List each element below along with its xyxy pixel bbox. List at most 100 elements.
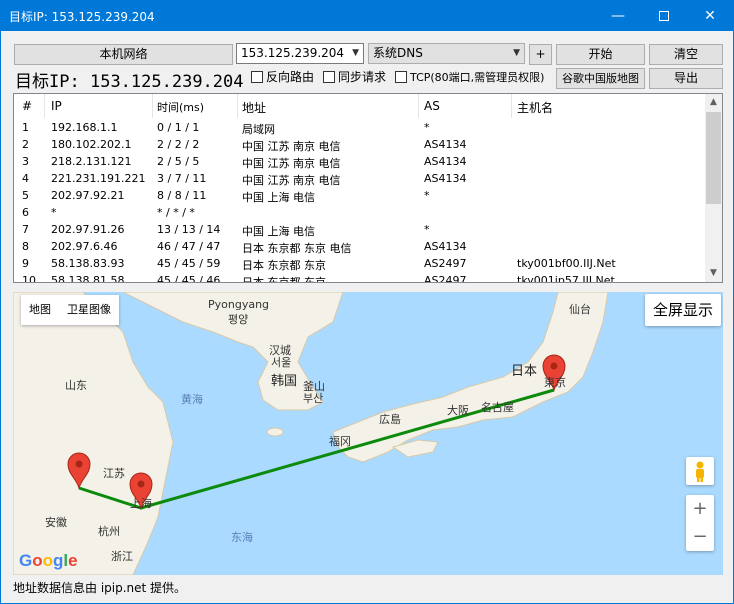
label-fukuoka: 福冈 [329, 435, 351, 448]
table-row[interactable]: 5 202.97.92.21 8 / 8 / 11 中国 上海 电信 * [14, 187, 706, 204]
ip-combo[interactable]: 153.125.239.204 ▼ [236, 43, 364, 64]
table-row[interactable]: 10 58.138.81.58 45 / 45 / 46 日本 东京都 东京 AS249… [14, 272, 706, 283]
table-row[interactable]: 6 * * / * / * [14, 204, 706, 221]
column-divider [511, 94, 512, 118]
local-network-button[interactable]: 本机网络 [14, 44, 233, 65]
cell-ip: 202.97.6.46 [51, 240, 118, 253]
label-busan-kr: 부산 [303, 392, 324, 405]
cell-ip: 58.138.81.58 [51, 274, 125, 283]
cell-as: * [424, 121, 430, 134]
close-button[interactable]: ✕ [687, 1, 733, 31]
label-shandong: 山东 [65, 379, 87, 392]
label-jiangsu: 江苏 [103, 467, 125, 480]
start-button[interactable]: 开始 [556, 44, 645, 65]
street-view-button[interactable] [686, 457, 714, 485]
cell-time: 8 / 8 / 11 [157, 189, 207, 202]
main-window: 目标IP: 153.125.239.204 — ✕ 本机网络 153.125.2… [0, 0, 734, 604]
google-logo: Google [19, 551, 78, 570]
cell-time: 45 / 45 / 59 [157, 257, 221, 270]
sync-request-checkbox[interactable]: 同步请求 [323, 71, 386, 84]
label-shanghai: 上海 [130, 497, 152, 510]
scroll-up-icon[interactable]: ▲ [705, 94, 722, 111]
chevron-down-icon: ▼ [352, 48, 359, 58]
col-header-index[interactable]: # [22, 99, 32, 113]
cell-address: 中国 上海 电信 [242, 225, 315, 238]
export-button[interactable]: 导出 [649, 68, 723, 89]
ip-combo-value: 153.125.239.204 [241, 46, 345, 60]
add-button[interactable]: + [529, 44, 552, 65]
chevron-down-icon: ▼ [513, 48, 520, 58]
map-type-satellite[interactable]: 卫星图像 [59, 295, 119, 325]
cell-address: 日本 东京都 东京 [242, 259, 326, 272]
label-nagoya: 名古屋 [481, 401, 514, 414]
table-row[interactable]: 4 221.231.191.221 3 / 7 / 11 中国 江苏 南京 电信 AS4… [14, 170, 706, 187]
dns-combo[interactable]: 系统DNS ▼ [368, 43, 525, 64]
column-divider [237, 94, 238, 118]
table-row[interactable]: 9 58.138.83.93 45 / 45 / 59 日本 东京都 东京 AS2497… [14, 255, 706, 272]
scroll-down-icon[interactable]: ▼ [705, 265, 722, 282]
target-ip-value: 153.125.239.204 [89, 72, 244, 92]
minimize-button[interactable]: — [595, 1, 641, 31]
table-row[interactable]: 1 192.168.1.1 0 / 1 / 1 局域网 * [14, 119, 706, 136]
cell-ip: 221.231.191.221 [51, 172, 146, 185]
cell-as: * [424, 189, 430, 202]
cell-index: 7 [22, 223, 29, 236]
cell-address: 中国 江苏 南京 电信 [242, 174, 341, 187]
cell-ip: 218.2.131.121 [51, 155, 132, 168]
table-header: # IP 时间(ms) 地址 AS 主机名 [14, 94, 706, 118]
label-osaka: 大阪 [447, 404, 469, 417]
label-sendai: 仙台 [569, 303, 591, 316]
cell-as: AS2497 [424, 257, 467, 270]
cell-index: 10 [22, 274, 36, 283]
cell-index: 4 [22, 172, 29, 185]
map-type-control: 地图 卫星图像 [21, 295, 119, 325]
cell-ip: 58.138.83.93 [51, 257, 125, 270]
zoom-control: + − [686, 495, 714, 551]
target-ip-display: 目标IP: 153.125.239.204 [15, 67, 244, 92]
cell-as: AS4134 [424, 172, 467, 185]
col-header-ip[interactable]: IP [51, 99, 62, 113]
col-header-address[interactable]: 地址 [242, 99, 266, 116]
table-row[interactable]: 2 180.102.202.1 2 / 2 / 2 中国 江苏 南京 电信 AS4134 [14, 136, 706, 153]
table-row[interactable]: 3 218.2.131.121 2 / 5 / 5 中国 江苏 南京 电信 AS4134 [14, 153, 706, 170]
cell-time: * / * / * [157, 206, 195, 219]
cell-index: 8 [22, 240, 29, 253]
clear-button[interactable]: 清空 [649, 44, 723, 65]
cell-hostname: tky001bf00.IIJ.Net [517, 257, 616, 270]
cell-address: 局域网 [242, 123, 275, 136]
col-header-as[interactable]: AS [424, 99, 440, 113]
cell-time: 45 / 45 / 46 [157, 274, 221, 283]
cell-hostname: tky001ip57.IIJ.Net [517, 274, 615, 283]
cell-as: AS2497 [424, 274, 467, 283]
maximize-button[interactable] [641, 1, 687, 31]
column-divider [44, 94, 45, 118]
cell-address: 中国 上海 电信 [242, 191, 315, 204]
route-map[interactable]: Pyongyang 평양 汉城 서울 韩国 釜山 부산 黄海 东海 福冈 広島 … [13, 292, 723, 575]
label-hiroshima: 広島 [379, 413, 401, 426]
target-ip-label: 目标IP: [15, 72, 80, 92]
scroll-thumb[interactable] [706, 112, 721, 204]
route-table[interactable]: # IP 时间(ms) 地址 AS 主机名 1 192.168.1.1 0 / 1 … [13, 93, 723, 283]
reverse-route-checkbox[interactable]: 反向路由 [251, 71, 314, 84]
col-header-time[interactable]: 时间(ms) [157, 99, 204, 115]
tcp-checkbox[interactable]: TCP(80端口,需管理员权限) [395, 71, 544, 84]
fullscreen-button[interactable]: 全屏显示 [645, 294, 721, 326]
table-scrollbar[interactable]: ▲ ▼ [705, 94, 722, 282]
map-type-map[interactable]: 地图 [21, 295, 59, 325]
table-row[interactable]: 8 202.97.6.46 46 / 47 / 47 日本 东京都 东京 电信 AS41… [14, 238, 706, 255]
cell-time: 2 / 5 / 5 [157, 155, 200, 168]
zoom-out-button[interactable]: − [686, 523, 714, 551]
cell-ip: 192.168.1.1 [51, 121, 118, 134]
cell-ip: 202.97.91.26 [51, 223, 125, 236]
zoom-in-button[interactable]: + [686, 495, 714, 523]
checkbox-box [395, 71, 407, 83]
title-bar[interactable]: 目标IP: 153.125.239.204 — ✕ [1, 1, 733, 31]
col-header-hostname[interactable]: 主机名 [517, 99, 553, 116]
cell-ip: * [51, 206, 57, 219]
japan-main [332, 292, 609, 463]
table-row[interactable]: 7 202.97.91.26 13 / 13 / 14 中国 上海 电信 * [14, 221, 706, 238]
cell-index: 1 [22, 121, 29, 134]
google-china-map-button[interactable]: 谷歌中国版地图 [556, 68, 645, 89]
pegman-icon [696, 461, 704, 482]
cell-index: 3 [22, 155, 29, 168]
